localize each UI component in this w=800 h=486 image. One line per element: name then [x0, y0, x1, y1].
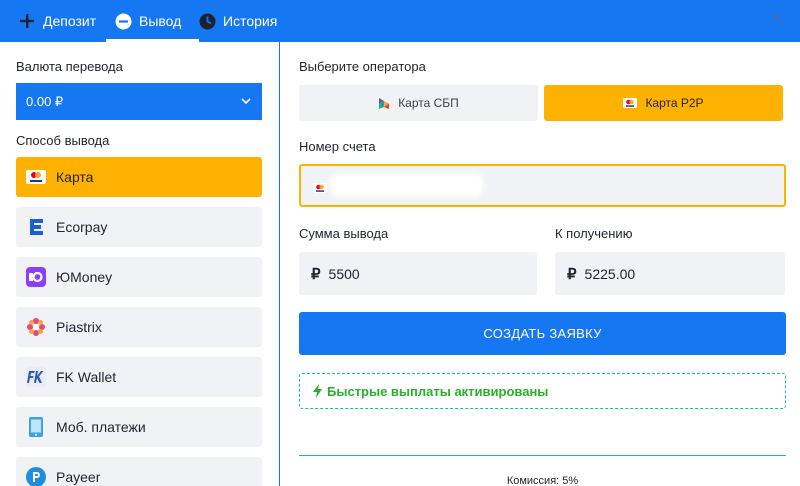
receive-amount-field: ₽ 5225.00	[555, 252, 785, 295]
method-mobile-label: Моб. платежи	[56, 419, 146, 435]
minus-circle-icon	[114, 12, 132, 30]
receive-amount-value: 5225.00	[584, 265, 636, 282]
payeer-icon	[26, 467, 46, 486]
operator-p2p-label: Карта P2P	[645, 96, 704, 110]
create-request-button[interactable]: СОЗДАТЬ ЗАЯВКУ	[299, 312, 786, 355]
account-value-mask	[333, 176, 481, 194]
lightning-icon	[312, 384, 323, 398]
method-card-label: Карта	[56, 169, 94, 185]
receive-label: К получению	[555, 226, 633, 241]
piastrix-icon	[26, 317, 46, 337]
tab-history[interactable]: История	[198, 0, 277, 42]
card-icon	[623, 98, 638, 108]
mobile-phone-icon	[26, 417, 46, 437]
method-label: Способ вывода	[16, 133, 110, 148]
currency-label: Валюта перевода	[16, 59, 123, 74]
tab-history-label: История	[223, 13, 278, 29]
fast-payout-text: Быстрые выплаты активированы	[327, 383, 549, 399]
method-fkwallet-label: FK Wallet	[56, 369, 117, 385]
ecorpay-icon	[26, 217, 46, 237]
fkwallet-icon	[26, 367, 46, 387]
method-card[interactable]: Карта	[16, 157, 262, 197]
method-ecorpay-label: Ecorpay	[56, 219, 108, 235]
ruble-icon: ₽	[567, 265, 577, 283]
close-icon[interactable]	[768, 9, 786, 27]
method-piastrix[interactable]: Piastrix	[16, 307, 262, 347]
sbp-icon	[378, 97, 390, 110]
amount-label: Сумма вывода	[299, 226, 389, 241]
method-mobile[interactable]: Моб. платежи	[16, 407, 262, 447]
commission-text: Комиссия: 5%	[506, 475, 579, 486]
ruble-icon: ₽	[311, 265, 321, 283]
method-ecorpay[interactable]: Ecorpay	[16, 207, 262, 247]
method-yoomoney-label: ЮMoney	[56, 269, 113, 285]
currency-value: 0.00 ₽	[26, 93, 64, 109]
fast-payout-notice: Быстрые выплаты активированы	[299, 373, 786, 409]
currency-select[interactable]: 0.00 ₽	[16, 83, 262, 120]
withdraw-amount-value: 5500	[328, 265, 360, 282]
operator-sbp-button[interactable]: Карта СБП	[299, 85, 538, 121]
account-label: Номер счета	[299, 139, 376, 154]
tab-withdraw-label: Вывод	[139, 13, 182, 29]
withdraw-amount-input[interactable]: ₽ 5500	[299, 252, 537, 295]
operator-label: Выберите оператора	[299, 59, 426, 74]
tab-deposit[interactable]: Депозит	[18, 0, 96, 42]
yoomoney-icon	[26, 267, 46, 287]
operator-p2p-button[interactable]: Карта P2P	[544, 85, 783, 121]
card-icon	[26, 167, 46, 187]
column-divider	[279, 42, 280, 486]
method-payeer-label: Payeer	[56, 469, 101, 485]
plus-icon	[18, 12, 36, 30]
tab-withdraw[interactable]: Вывод	[105, 0, 200, 42]
method-payeer[interactable]: Payeer	[16, 457, 262, 486]
tab-deposit-label: Депозит	[43, 13, 97, 29]
method-yoomoney[interactable]: ЮMoney	[16, 257, 262, 297]
method-fkwallet[interactable]: FK Wallet	[16, 357, 262, 397]
chevron-down-icon	[240, 95, 252, 107]
divider-line	[299, 455, 786, 456]
clock-icon	[198, 12, 216, 30]
top-tab-bar: Депозит Вывод История	[0, 0, 800, 42]
account-number-input[interactable]	[299, 164, 786, 207]
method-piastrix-label: Piastrix	[56, 319, 102, 335]
operator-sbp-label: Карта СБП	[398, 96, 459, 110]
card-icon	[313, 180, 327, 198]
